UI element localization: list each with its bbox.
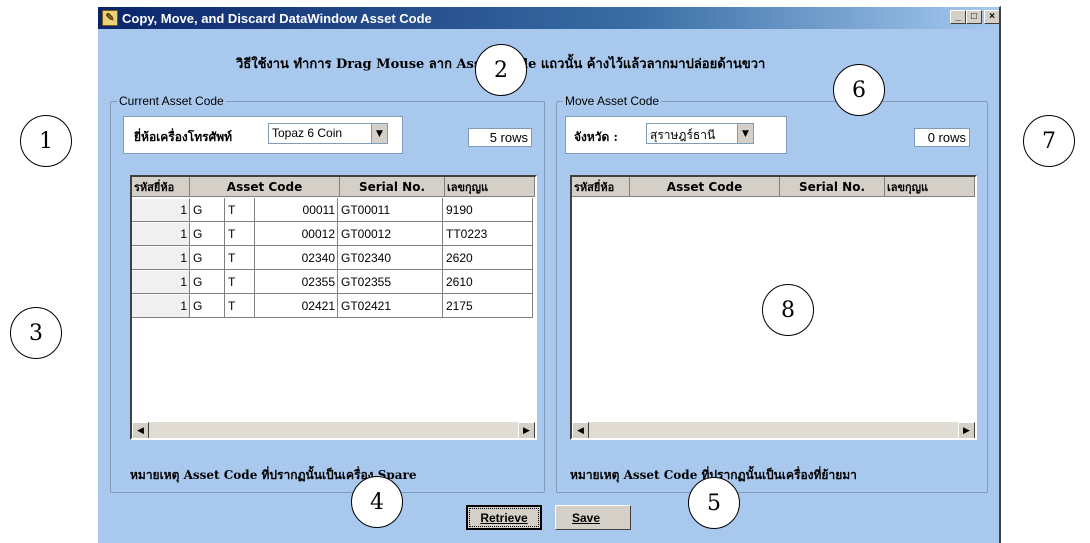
horizontal-scrollbar[interactable]: ◀ ▶: [572, 421, 975, 438]
cell-key[interactable]: 2610: [443, 270, 533, 294]
grid-header: รหัสยี่ห้อ Asset Code Serial No. เลขกุญแ: [572, 177, 975, 197]
column-header-brand[interactable]: รหัสยี่ห้อ: [572, 177, 630, 197]
save-button[interactable]: Save: [555, 505, 631, 530]
column-header-key[interactable]: เลขกุญแ: [885, 177, 975, 197]
cell-prefix-1[interactable]: G: [190, 246, 225, 270]
province-filter-box: จังหวัด : สุราษฎร์ธานี ▼: [565, 116, 787, 154]
app-icon: ✎: [102, 10, 118, 26]
cell-prefix-2[interactable]: T: [225, 246, 255, 270]
callout-3: 3: [10, 307, 62, 359]
cell-brand[interactable]: 1: [132, 198, 190, 222]
cell-brand[interactable]: 1: [132, 294, 190, 318]
scroll-left-icon[interactable]: ◀: [132, 422, 149, 438]
cell-serial[interactable]: GT02421: [338, 294, 443, 318]
cell-prefix-2[interactable]: T: [225, 222, 255, 246]
scroll-right-icon[interactable]: ▶: [958, 422, 975, 438]
grid-header: รหัสยี่ห้อ Asset Code Serial No. เลขกุญแ: [132, 177, 535, 197]
cell-serial[interactable]: GT02355: [338, 270, 443, 294]
table-row[interactable]: 1 G T 00011 GT00011 9190: [132, 198, 533, 222]
cell-prefix-2[interactable]: T: [225, 294, 255, 318]
cell-code[interactable]: 02421: [255, 294, 338, 318]
cell-key[interactable]: 2175: [443, 294, 533, 318]
cell-serial[interactable]: GT00012: [338, 222, 443, 246]
callout-1: 1: [20, 115, 72, 167]
cell-prefix-2[interactable]: T: [225, 198, 255, 222]
cell-key[interactable]: 2620: [443, 246, 533, 270]
cell-prefix-1[interactable]: G: [190, 270, 225, 294]
brand-filter-label: ยี่ห้อเครื่องโทรศัพท์: [134, 130, 233, 144]
cell-code[interactable]: 00012: [255, 222, 338, 246]
column-header-serial[interactable]: Serial No.: [340, 177, 445, 197]
column-header-brand[interactable]: รหัสยี่ห้อ: [132, 177, 190, 197]
cell-prefix-2[interactable]: T: [225, 270, 255, 294]
province-filter-label: จังหวัด :: [574, 130, 618, 144]
scroll-left-icon[interactable]: ◀: [572, 422, 589, 438]
cell-serial[interactable]: GT00011: [338, 198, 443, 222]
callout-7: 7: [1023, 115, 1075, 167]
table-row[interactable]: 1 G T 02340 GT02340 2620: [132, 246, 533, 270]
callout-4: 4: [351, 476, 403, 528]
minimize-button[interactable]: _: [950, 10, 966, 24]
province-combo-value: สุราษฎร์ธานี: [650, 128, 716, 142]
table-row[interactable]: 1 G T 02355 GT02355 2610: [132, 270, 533, 294]
left-row-count: 5 rows: [468, 128, 532, 147]
chevron-down-icon[interactable]: ▼: [371, 124, 387, 143]
cell-brand[interactable]: 1: [132, 270, 190, 294]
close-button[interactable]: ×: [984, 10, 999, 24]
callout-6: 6: [833, 64, 885, 116]
cell-prefix-1[interactable]: G: [190, 198, 225, 222]
cell-code[interactable]: 02340: [255, 246, 338, 270]
callout-5: 5: [688, 477, 740, 529]
current-asset-group-label: Current Asset Code: [117, 94, 226, 108]
brand-filter-box: ยี่ห้อเครื่องโทรศัพท์ Topaz 6 Coin ▼: [123, 116, 403, 154]
cell-brand[interactable]: 1: [132, 222, 190, 246]
cell-serial[interactable]: GT02340: [338, 246, 443, 270]
chevron-down-icon[interactable]: ▼: [737, 124, 753, 143]
callout-8: 8: [762, 284, 814, 336]
cell-prefix-1[interactable]: G: [190, 294, 225, 318]
column-header-key[interactable]: เลขกุญแ: [445, 177, 535, 197]
retrieve-button[interactable]: Retrieve: [466, 505, 542, 530]
scroll-right-icon[interactable]: ▶: [518, 422, 535, 438]
cell-key[interactable]: TT0223: [443, 222, 533, 246]
table-row[interactable]: 1 G T 02421 GT02421 2175: [132, 294, 533, 318]
maximize-button[interactable]: □: [966, 10, 982, 24]
callout-2: 2: [475, 44, 527, 96]
cell-code[interactable]: 00011: [255, 198, 338, 222]
column-header-serial[interactable]: Serial No.: [780, 177, 885, 197]
cell-key[interactable]: 9190: [443, 198, 533, 222]
right-row-count: 0 rows: [914, 128, 970, 147]
current-asset-group: Current Asset Code ยี่ห้อเครื่องโทรศัพท์…: [110, 94, 545, 493]
horizontal-scrollbar[interactable]: ◀ ▶: [132, 421, 535, 438]
cell-prefix-1[interactable]: G: [190, 222, 225, 246]
table-row[interactable]: 1 G T 00012 GT00012 TT0223: [132, 222, 533, 246]
current-asset-grid[interactable]: รหัสยี่ห้อ Asset Code Serial No. เลขกุญแ…: [130, 175, 537, 440]
title-bar[interactable]: ✎ Copy, Move, and Discard DataWindow Ass…: [98, 7, 999, 29]
cell-code[interactable]: 02355: [255, 270, 338, 294]
brand-combo-value: Topaz 6 Coin: [272, 126, 343, 140]
move-asset-group-label: Move Asset Code: [563, 94, 662, 108]
column-header-asset-code[interactable]: Asset Code: [190, 177, 340, 197]
window-title: Copy, Move, and Discard DataWindow Asset…: [122, 10, 432, 26]
column-header-asset-code[interactable]: Asset Code: [630, 177, 780, 197]
brand-combo[interactable]: Topaz 6 Coin ▼: [268, 123, 388, 144]
province-combo[interactable]: สุราษฎร์ธานี ▼: [646, 123, 754, 144]
cell-brand[interactable]: 1: [132, 246, 190, 270]
